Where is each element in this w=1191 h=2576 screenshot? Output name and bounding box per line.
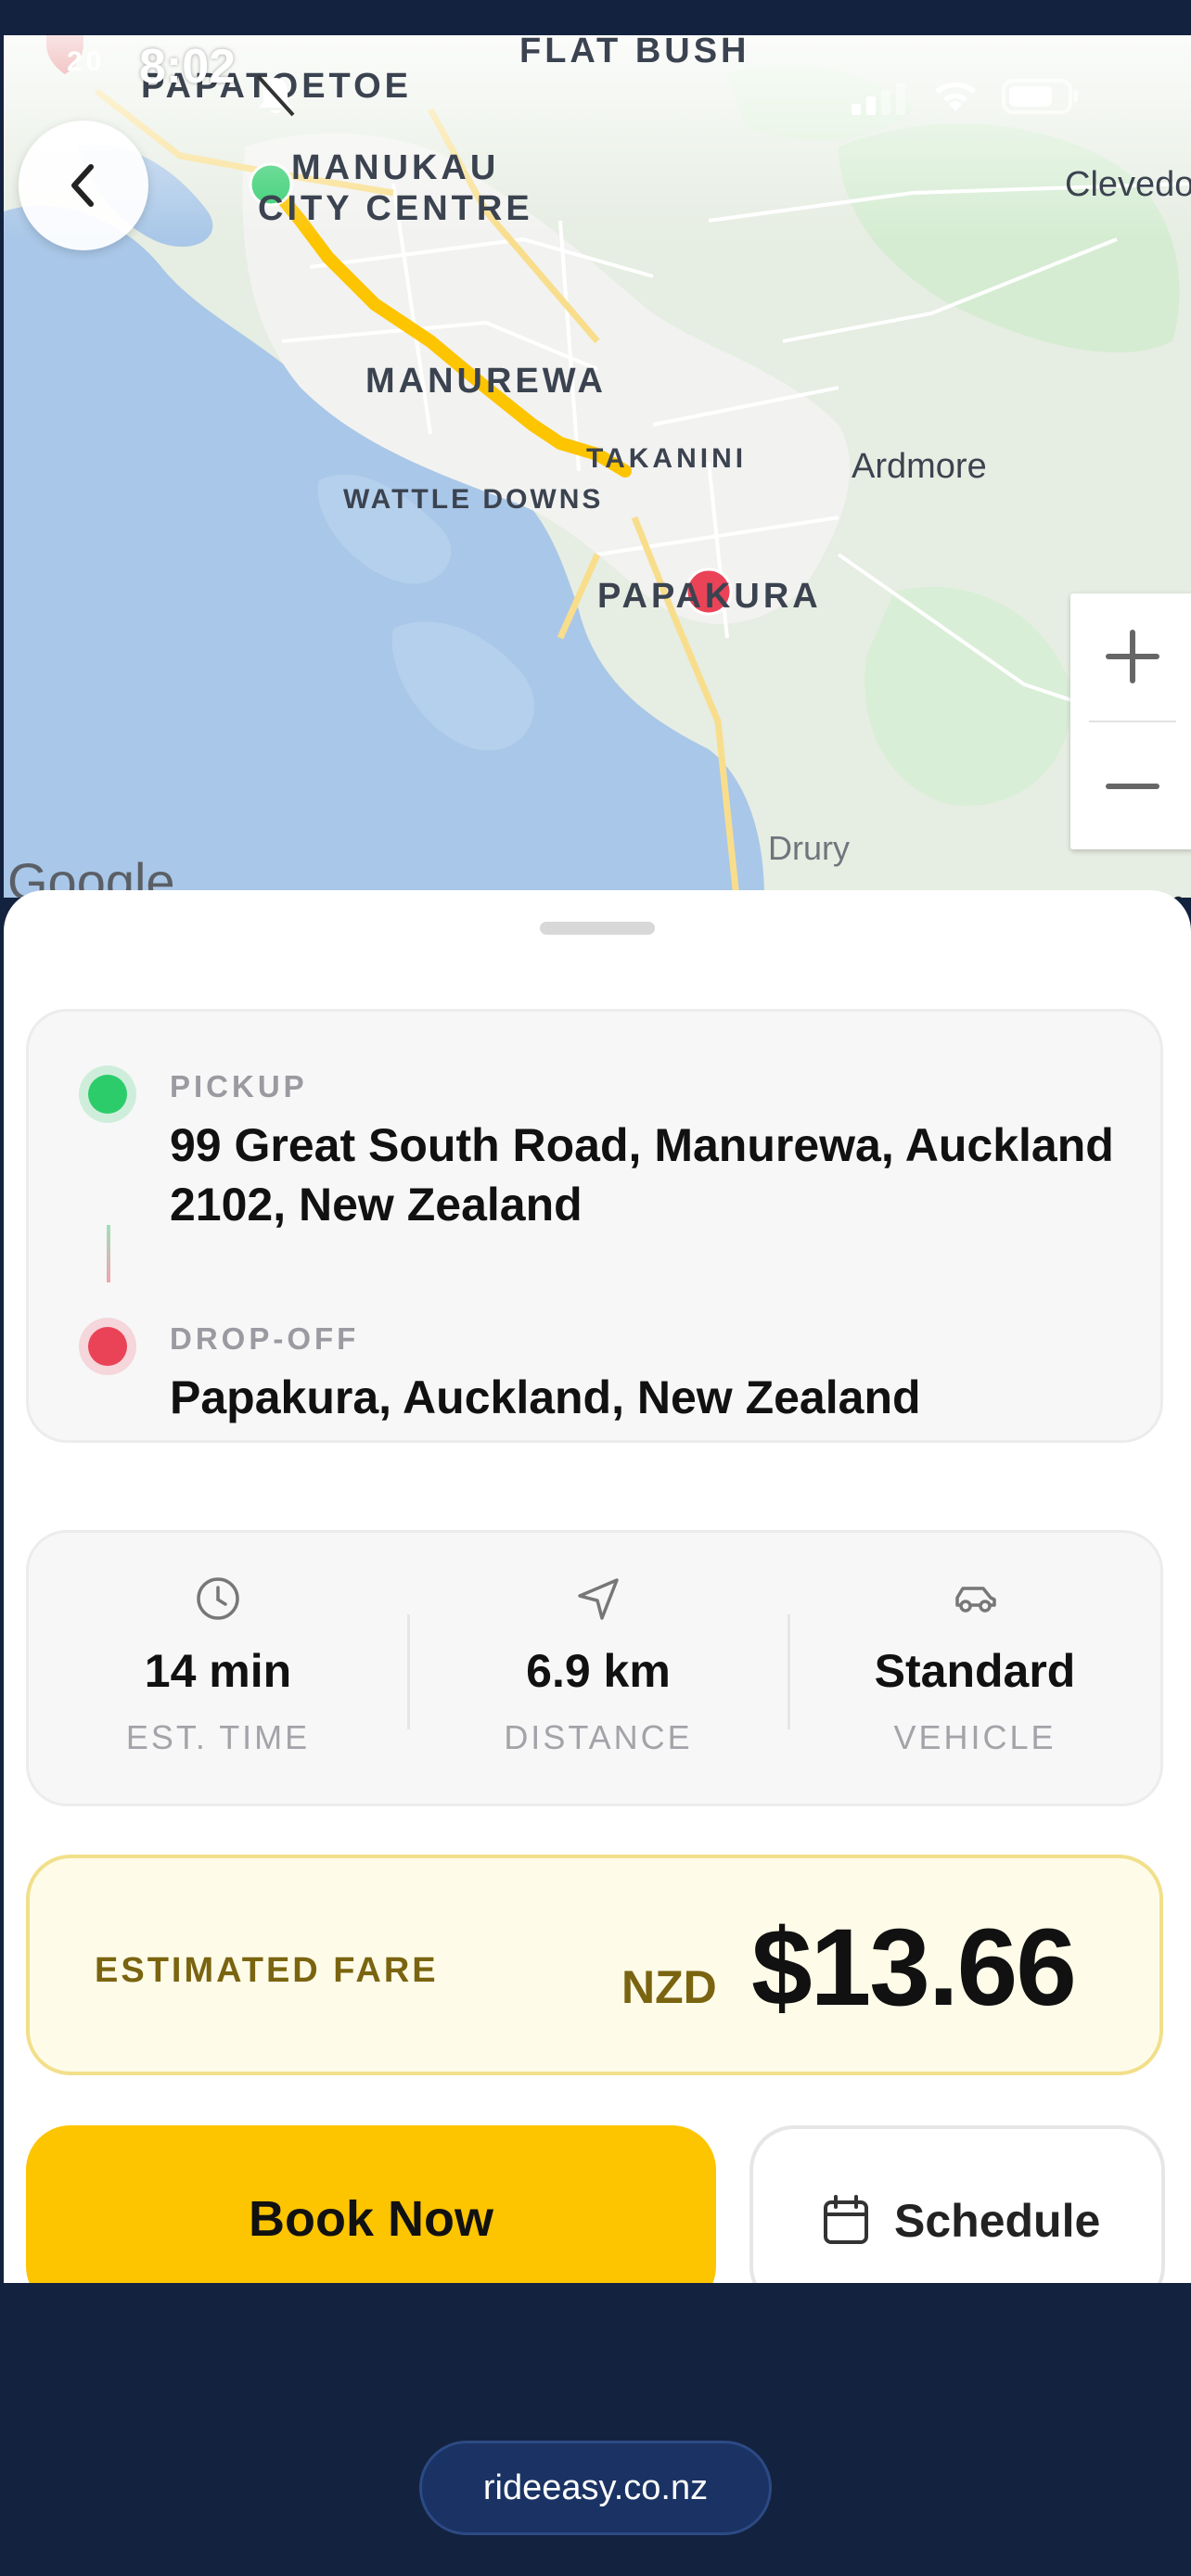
battery-icon <box>1002 79 1078 114</box>
distance-value: 6.9 km <box>526 1645 671 1697</box>
distance-label: DISTANCE <box>504 1718 693 1756</box>
top-strip <box>0 0 1191 35</box>
map-label-manukau: MANUKAU <box>291 148 500 187</box>
stat-distance: 6.9 km DISTANCE <box>409 1533 788 1809</box>
stat-est-time: 14 min EST. TIME <box>29 1533 407 1809</box>
plus-icon <box>1106 630 1159 683</box>
chevron-left-icon <box>71 164 94 207</box>
map-label-clevedon: Clevedo <box>1065 165 1191 204</box>
navigation-arrow-icon <box>578 1578 619 1620</box>
est-time-value: 14 min <box>144 1645 292 1697</box>
minus-icon <box>1106 784 1159 789</box>
sheet-handle[interactable] <box>540 922 655 935</box>
trip-stats-card: 14 min EST. TIME 6.9 km DISTANCE Standar… <box>26 1530 1163 1806</box>
footer-url-pill[interactable]: rideeasy.co.nz <box>419 2441 772 2535</box>
status-time: 8:02 <box>139 40 237 94</box>
map-label-flat-bush: FLAT BUSH <box>519 35 750 70</box>
trip-sheet: PICKUP 99 Great South Road, Manurewa, Au… <box>4 890 1191 2283</box>
map-label-ardmore: Ardmore <box>852 447 987 486</box>
map-label-manurewa: MANUREWA <box>365 362 607 401</box>
zoom-controls <box>1070 593 1191 849</box>
route-card: PICKUP 99 Great South Road, Manurewa, Au… <box>26 1009 1163 1443</box>
fare-card: ESTIMATED FARE NZD $13.66 <box>26 1855 1163 2075</box>
back-button[interactable] <box>19 121 148 250</box>
route-map[interactable]: 20 FLAT BUSH PAPATOETOE MANUKAU CITY CEN… <box>4 35 1191 898</box>
book-now-button[interactable]: Book Now <box>26 2125 716 2283</box>
car-icon <box>955 1587 996 1613</box>
pickup-address[interactable]: 99 Great South Road, Manurewa, Auckland … <box>170 1116 1116 1234</box>
calendar-icon <box>824 2195 868 2244</box>
zoom-out-button[interactable] <box>1070 723 1191 849</box>
vehicle-value: Standard <box>874 1645 1076 1697</box>
highway-shield-label: 20 <box>67 46 106 77</box>
dropoff-label: DROP-OFF <box>170 1321 360 1356</box>
clock-icon <box>197 1577 239 1620</box>
est-time-label: EST. TIME <box>125 1718 311 1756</box>
schedule-label: Schedule <box>894 2195 1101 2247</box>
map-label-city-centre: CITY CENTRE <box>258 189 533 228</box>
map-label-papakura: PAPAKURA <box>597 577 822 616</box>
map-label-takanini: TAKANINI <box>586 443 748 474</box>
route-connector <box>107 1225 110 1282</box>
bell-slash-icon <box>256 74 295 117</box>
wifi-icon <box>935 82 976 111</box>
zoom-in-button[interactable] <box>1070 593 1191 720</box>
pickup-label: PICKUP <box>170 1069 308 1103</box>
fare-amount: $13.66 <box>751 1906 1077 2029</box>
zoom-divider <box>1089 721 1176 722</box>
schedule-button[interactable]: Schedule <box>749 2125 1165 2283</box>
pickup-dot-icon <box>88 1075 127 1114</box>
fare-label: ESTIMATED FARE <box>95 1951 439 1990</box>
dropoff-dot-icon <box>88 1327 127 1366</box>
map-label-drury: Drury <box>768 829 850 867</box>
signal-icon <box>852 83 905 115</box>
dropoff-address[interactable]: Papakura, Auckland, New Zealand <box>170 1368 1116 1427</box>
stat-vehicle: Standard VEHICLE <box>786 1533 1164 1809</box>
map-label-wattle-downs: WATTLE DOWNS <box>343 484 604 515</box>
vehicle-label: VEHICLE <box>893 1718 1057 1756</box>
fare-currency: NZD <box>621 1961 717 2013</box>
